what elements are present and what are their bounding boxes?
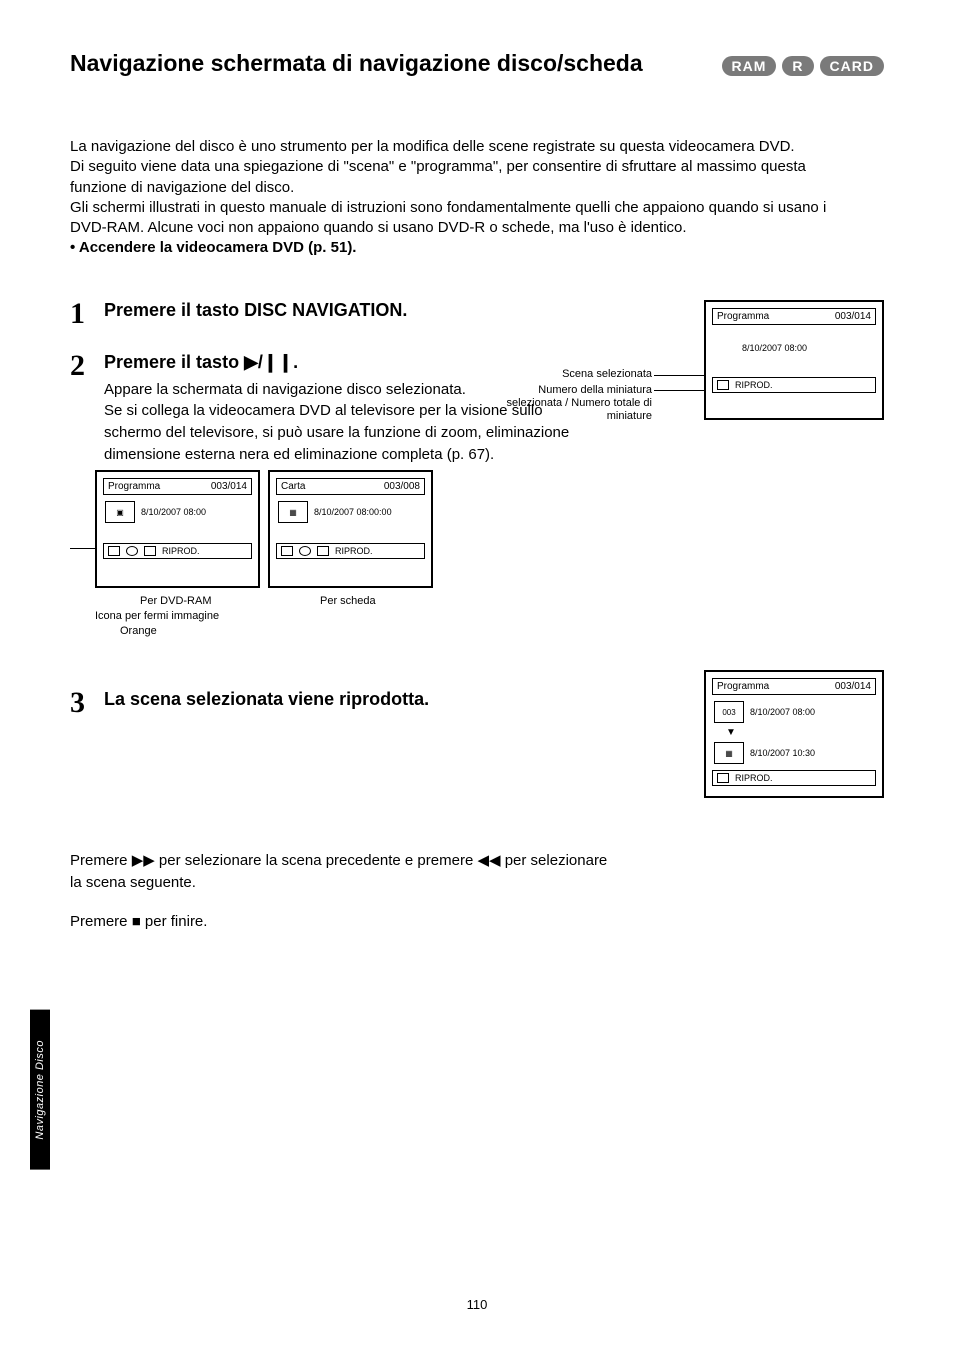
thumb-date: 8/10/2007 08:00 [141, 507, 206, 517]
bottom-p1: Premere ▶▶ per selezionare la scena prec… [70, 850, 610, 895]
step-number: 1 [70, 297, 104, 331]
screen-footer: RIPROD. [712, 377, 876, 393]
thumb-date: 8/10/2007 08:00 [750, 707, 815, 717]
callout-thumb-count: Numero della miniatura selezionata / Num… [502, 384, 652, 424]
thumb-row: 003 8/10/2007 08:00 [714, 701, 874, 723]
screen-title-right: 003/014 [211, 481, 247, 492]
arrow-down-row: ▼ [726, 727, 874, 738]
badge-r: R [782, 56, 813, 76]
stop-icon [717, 380, 729, 390]
step-2-text-b: . [293, 352, 298, 372]
media-badges: RAM R CARD [722, 56, 884, 76]
down-arrow-icon: ▼ [726, 727, 736, 738]
nav-screen-left: Programma 003/014 ▣ 8/10/2007 08:00 RIPR… [95, 470, 260, 588]
thumb-date: 8/10/2007 08:00:00 [314, 507, 392, 517]
screen-footer: RIPROD. [712, 770, 876, 786]
screen-title-left: Programma [717, 681, 769, 692]
nav-screen-mid: Carta 003/008 ▦ 8/10/2007 08:00:00 RIPRO… [268, 470, 433, 588]
bottom-p2-a: Premere [70, 913, 132, 930]
thumb-date: 8/10/2007 10:30 [750, 748, 815, 758]
nav-screen-top: Programma 003/014 8/10/2007 08:00 RIPROD… [704, 300, 884, 420]
caption-card: Per scheda [320, 595, 376, 608]
screen-title-right: 003/014 [835, 311, 871, 322]
thumb-icon: ▣ [105, 501, 135, 523]
nav-screen-right: Programma 003/014 003 8/10/2007 08:00 ▼ … [704, 670, 884, 798]
bottom-text: Premere ▶▶ per selezionare la scena prec… [70, 850, 610, 934]
thumb-image: ▦ [278, 501, 308, 523]
screen-title-bar: Programma 003/014 [712, 308, 876, 325]
thumb-row: ▦ 8/10/2007 08:00:00 [278, 501, 423, 523]
thumb-row-2: ▦ 8/10/2007 10:30 [714, 742, 874, 764]
caption-orange: Orange [120, 625, 157, 638]
screen-title-right: 003/008 [384, 481, 420, 492]
screen-title-left: Programma [717, 311, 769, 322]
callout-line [654, 375, 704, 376]
footer-label: RIPROD. [735, 773, 773, 783]
stop-icon [281, 546, 293, 556]
screen-title-bar: Carta 003/008 [276, 478, 425, 495]
callout-selected-scene: Scena selezionata [562, 368, 652, 381]
callout-line [70, 548, 95, 549]
thumb-image: 003 [714, 701, 744, 723]
intro-body: La navigazione del disco è uno strumento… [70, 138, 826, 236]
play-pause-icon: ▶/❙❙ [244, 352, 293, 372]
screen-title-right: 003/014 [835, 681, 871, 692]
fast-forward-icon: ▶▶ [132, 852, 155, 869]
intro-text: La navigazione del disco è uno strumento… [70, 137, 830, 259]
callout-line [654, 390, 704, 391]
callout-still-icon: Icona per fermi immagine [95, 610, 219, 623]
footer-label: RIPROD. [162, 546, 200, 556]
timer-icon [299, 546, 311, 556]
bottom-p2: Premere ■ per finire. [70, 911, 610, 934]
sidebar-label: Navigazione Disco [30, 1010, 50, 1170]
screen-footer: RIPROD. [276, 543, 425, 559]
intro-bold: • Accendere la videocamera DVD (p. 51). [70, 239, 356, 256]
bottom-p1-a: Premere [70, 852, 132, 869]
screen-footer: RIPROD. [103, 543, 252, 559]
screen-title-left: Programma [108, 481, 160, 492]
bottom-p2-b: per finire. [141, 913, 208, 930]
thumb-date: 8/10/2007 08:00 [742, 343, 807, 353]
step-number: 2 [70, 349, 104, 383]
stop-icon [108, 546, 120, 556]
caption-dvd-ram: Per DVD-RAM [140, 595, 212, 608]
step-2-text-a: Premere il tasto [104, 352, 244, 372]
footer-label: RIPROD. [735, 380, 773, 390]
play-small-icon [144, 546, 156, 556]
stop-square-icon: ■ [132, 913, 141, 930]
rewind-icon: ◀◀ [477, 852, 500, 869]
stop-icon [717, 773, 729, 783]
screen-title-bar: Programma 003/014 [103, 478, 252, 495]
thumb-row: ▣ 8/10/2007 08:00 [105, 501, 250, 523]
thumb-image: ▦ [714, 742, 744, 764]
screen-title-bar: Programma 003/014 [712, 678, 876, 695]
page-number: 110 [0, 1297, 954, 1312]
bottom-p1-b: per selezionare la scena precedente e pr… [155, 852, 478, 869]
screen-title-left: Carta [281, 481, 305, 492]
play-small-icon [317, 546, 329, 556]
thumb-row: 8/10/2007 08:00 [714, 343, 874, 353]
badge-ram: RAM [722, 56, 777, 76]
badge-card: CARD [820, 56, 884, 76]
footer-label: RIPROD. [335, 546, 373, 556]
step-number: 3 [70, 686, 104, 720]
timer-icon [126, 546, 138, 556]
